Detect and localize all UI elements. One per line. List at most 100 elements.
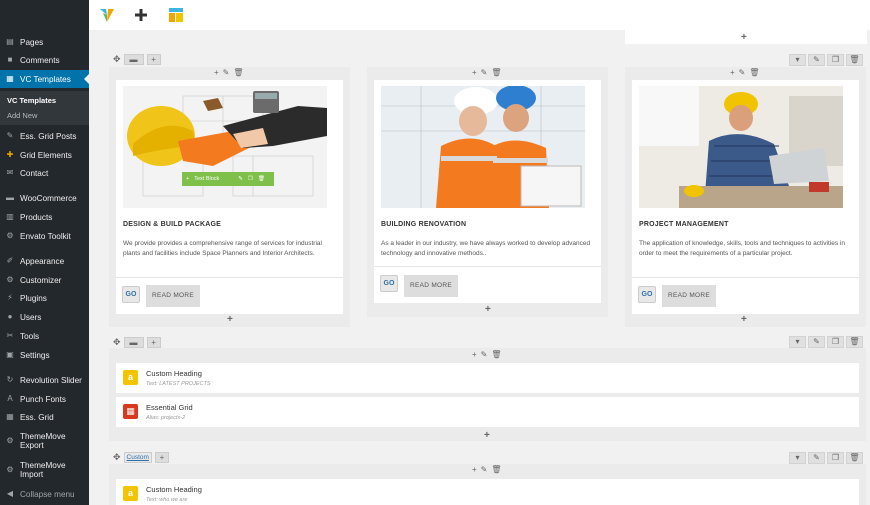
- delete-icon[interactable]: 🗑: [749, 68, 759, 77]
- sidebar-item-contact[interactable]: ✉ Contact: [0, 164, 89, 182]
- sidebar-item-ess-grid-posts[interactable]: ✎ Ess. Grid Posts: [0, 127, 89, 145]
- edit-icon[interactable]: ✎: [739, 68, 746, 77]
- settings-icon: ▣: [6, 350, 14, 359]
- sidebar-item-vc-templates[interactable]: ▦ VC Templates: [0, 70, 89, 88]
- submenu-add-new[interactable]: Add New: [0, 108, 89, 122]
- layout-icon[interactable]: ▬: [123, 337, 144, 348]
- custom-heading-icon: a: [123, 370, 138, 385]
- sidebar-item-tools[interactable]: ✂ Tools: [0, 327, 89, 345]
- divider: [632, 277, 859, 278]
- add-column-icon[interactable]: +: [154, 452, 169, 463]
- add-element-plus[interactable]: +: [484, 430, 490, 441]
- sidebar-item-ess-grid[interactable]: ▦ Ess. Grid: [0, 408, 89, 426]
- sidebar-item-thememove-export[interactable]: ⚙ ThemeMove Export: [0, 429, 89, 453]
- delete-icon[interactable]: 🗑: [233, 68, 243, 77]
- move-handle-icon[interactable]: ✥: [113, 54, 121, 66]
- toggle-row-icon[interactable]: ▾: [789, 336, 806, 348]
- sidebar-item-appearance[interactable]: ✐ Appearance: [0, 252, 89, 270]
- add-icon[interactable]: +: [214, 68, 219, 77]
- edit-icon[interactable]: ✎: [481, 350, 488, 359]
- sidebar-item-woocommerce[interactable]: ▬ WooCommerce: [0, 189, 89, 207]
- column-controls: + ✎ 🗑: [472, 350, 502, 359]
- clone-row-icon[interactable]: ❐: [827, 336, 844, 348]
- sidebar-item-label: Grid Elements: [20, 150, 72, 160]
- go-button[interactable]: GO: [638, 286, 656, 303]
- clone-row-icon[interactable]: ❐: [827, 54, 844, 66]
- edit-icon[interactable]: ✎: [481, 68, 488, 77]
- delete-row-icon[interactable]: 🗑: [846, 54, 863, 66]
- add-icon[interactable]: +: [472, 465, 477, 474]
- edit-row-icon[interactable]: ✎: [808, 54, 825, 66]
- add-element-icon[interactable]: [132, 6, 150, 24]
- templates-icon[interactable]: [167, 6, 185, 24]
- edit-row-icon[interactable]: ✎: [808, 336, 825, 348]
- sidebar-item-settings[interactable]: ▣ Settings: [0, 346, 89, 364]
- sidebar-item-label: Appearance: [20, 256, 65, 266]
- read-more-button[interactable]: READ MORE: [662, 285, 716, 307]
- layout-icon[interactable]: ▬: [123, 54, 144, 65]
- refresh-icon: ↻: [6, 375, 14, 384]
- go-button[interactable]: GO: [380, 275, 398, 292]
- products-icon: ▥: [6, 212, 14, 221]
- sidebar-item-revolution-slider[interactable]: ↻ Revolution Slider: [0, 371, 89, 389]
- sidebar-item-grid-elements[interactable]: ✚ Grid Elements: [0, 146, 89, 164]
- add-icon[interactable]: +: [730, 68, 735, 77]
- submenu-vc-templates[interactable]: VC Templates: [0, 93, 89, 107]
- essential-grid-icon: ▦: [123, 404, 138, 419]
- custom-heading-element[interactable]: a Custom Heading Text: LATEST PROJECTS: [116, 363, 859, 393]
- read-more-button[interactable]: READ MORE: [146, 285, 200, 307]
- go-button[interactable]: GO: [122, 286, 140, 303]
- edit-icon[interactable]: ✎: [481, 465, 488, 474]
- add-element-plus[interactable]: +: [227, 314, 233, 325]
- sidebar-item-punch-fonts[interactable]: A Punch Fonts: [0, 390, 89, 408]
- add-element-plus[interactable]: +: [741, 32, 747, 43]
- delete-row-icon[interactable]: 🗑: [846, 336, 863, 348]
- custom-row-badge[interactable]: Custom: [123, 452, 152, 463]
- delete-icon[interactable]: 🗑: [258, 176, 265, 182]
- column-controls: + ✎ 🗑: [214, 68, 244, 77]
- sidebar-item-thememove-import[interactable]: ⚙ ThemeMove Import: [0, 458, 89, 482]
- sidebar-item-pages[interactable]: ▤ Pages: [0, 33, 89, 51]
- custom-heading-element[interactable]: a Custom Heading Text: who we are: [116, 479, 859, 505]
- sidebar-item-label: Ess. Grid: [20, 412, 54, 422]
- collapse-icon: ◀: [6, 489, 14, 498]
- delete-icon[interactable]: 🗑: [491, 68, 501, 77]
- add-element-plus[interactable]: +: [485, 304, 491, 315]
- collapse-menu[interactable]: ◀ Collapse menu: [0, 485, 89, 503]
- add-icon[interactable]: +: [186, 176, 189, 182]
- edit-row-icon[interactable]: ✎: [808, 452, 825, 464]
- add-column-icon[interactable]: +: [146, 337, 161, 348]
- sidebar-item-comments[interactable]: ■ Comments: [0, 51, 89, 69]
- add-element-plus[interactable]: +: [741, 314, 747, 325]
- sidebar-item-products[interactable]: ▥ Products: [0, 208, 89, 226]
- clone-icon[interactable]: ❐: [248, 176, 253, 182]
- vc-logo-icon[interactable]: [98, 6, 116, 24]
- sidebar-item-label: ThemeMove Import: [20, 461, 66, 479]
- wrench-icon: ✂: [6, 331, 14, 340]
- sidebar-item-envato-toolkit[interactable]: ⚙ Envato Toolkit: [0, 227, 89, 245]
- sidebar-item-customizer[interactable]: ⚙ Customizer: [0, 271, 89, 289]
- toggle-row-icon[interactable]: ▾: [789, 54, 806, 66]
- read-more-button[interactable]: READ MORE: [404, 275, 458, 297]
- edit-icon[interactable]: ✎: [238, 176, 243, 182]
- import-icon: ⚙: [6, 465, 14, 474]
- add-icon[interactable]: +: [472, 350, 477, 359]
- delete-row-icon[interactable]: 🗑: [846, 452, 863, 464]
- sidebar-item-plugins[interactable]: ⚡ Plugins: [0, 289, 89, 307]
- element-subtitle: Text: LATEST PROJECTS: [146, 381, 211, 387]
- delete-icon[interactable]: 🗑: [491, 350, 501, 359]
- essential-grid-element[interactable]: ▦ Essential Grid Alias: projects-2: [116, 397, 859, 427]
- sidebar-item-label: Plugins: [20, 293, 47, 303]
- delete-icon[interactable]: 🗑: [491, 465, 501, 474]
- add-icon[interactable]: +: [472, 68, 477, 77]
- move-handle-icon[interactable]: ✥: [113, 452, 121, 464]
- add-column-icon[interactable]: +: [146, 54, 161, 65]
- sidebar-item-users[interactable]: ● Users: [0, 308, 89, 326]
- toggle-row-icon[interactable]: ▾: [789, 452, 806, 464]
- clone-row-icon[interactable]: ❐: [827, 452, 844, 464]
- text-block-overlay[interactable]: + Text Block ✎ ❐ 🗑: [182, 172, 274, 186]
- edit-icon[interactable]: ✎: [223, 68, 230, 77]
- export-icon: ⚙: [6, 436, 14, 445]
- panel-text: As a leader in our industry, we have alw…: [381, 240, 591, 257]
- composer-toolbar: [89, 0, 870, 30]
